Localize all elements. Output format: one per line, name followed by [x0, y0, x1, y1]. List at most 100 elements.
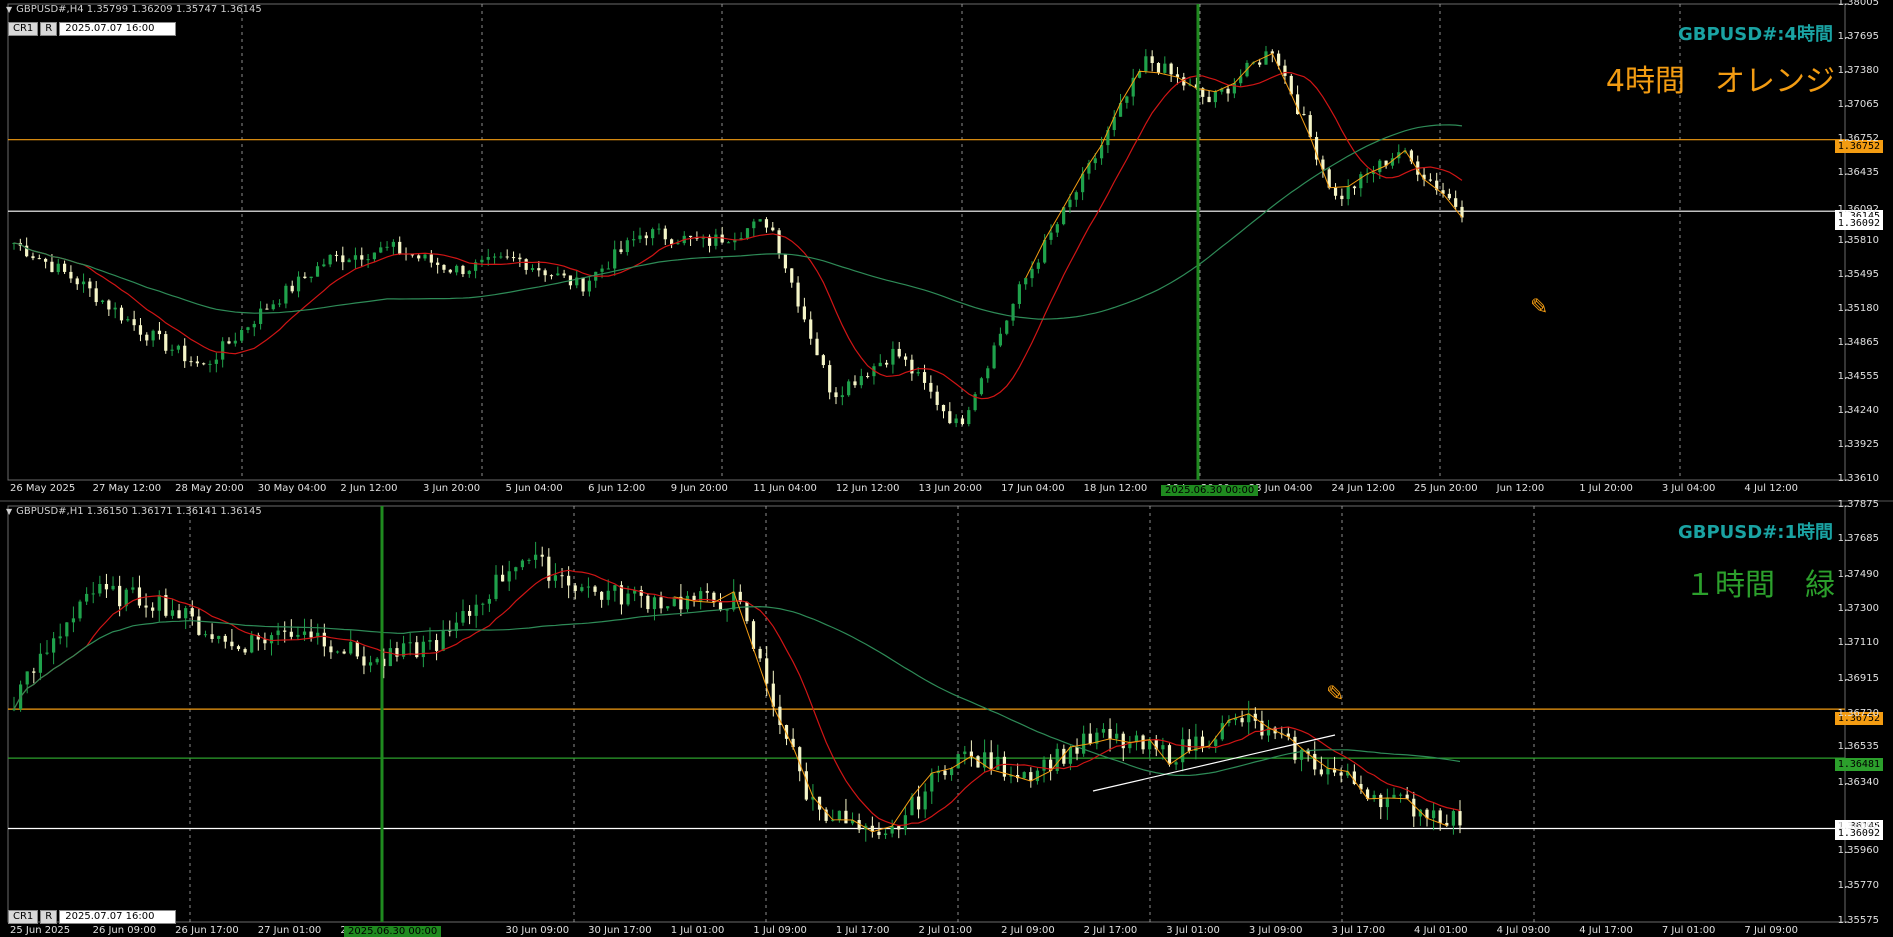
- candle-body: [366, 259, 370, 261]
- candle-body: [223, 635, 227, 642]
- candle-body: [85, 593, 89, 602]
- candle-body: [1213, 91, 1217, 103]
- candle-body: [283, 630, 287, 632]
- candle-body: [644, 235, 648, 239]
- h1-date-box[interactable]: 2025.07.07 16:00: [59, 910, 177, 924]
- candle-body: [157, 595, 161, 611]
- h1-chart-pane[interactable]: ▼ GBPUSD#,H1 1.36150 1.36171 1.36141 1.36…: [0, 499, 1893, 937]
- candle-body: [250, 635, 254, 653]
- candle-body: [1226, 88, 1230, 94]
- h1-chart-canvas[interactable]: [0, 502, 1893, 935]
- candle-body: [998, 333, 1003, 346]
- candle-body: [423, 254, 427, 259]
- crosshair-tool-icon[interactable]: ✎: [1530, 295, 1548, 320]
- candle-body: [37, 258, 41, 260]
- h4-date-box[interactable]: 2025.07.07 16:00: [59, 22, 177, 36]
- candle-body: [883, 833, 888, 836]
- candle-body: [240, 329, 244, 341]
- candle-body: [897, 348, 901, 357]
- time-axis-label: 9 Jun 20:00: [670, 483, 728, 494]
- candle-body: [989, 752, 993, 770]
- candle-body: [1174, 762, 1178, 765]
- price-axis-label: 1.34240: [1837, 404, 1879, 416]
- h4-highlight-time: 2025.06.30 00:00: [1161, 485, 1259, 496]
- candle-body: [847, 381, 851, 396]
- h1-green-level-tag: 1.36481: [1834, 758, 1883, 771]
- candle-body: [560, 575, 564, 577]
- candle-body: [646, 595, 650, 610]
- time-axis-label: 2 Jun 12:00: [340, 483, 398, 494]
- r-button[interactable]: R: [40, 910, 58, 924]
- candle-body: [289, 631, 293, 637]
- candle-body: [540, 554, 544, 557]
- price-axis-label: 1.37875: [1837, 499, 1879, 510]
- price-axis-label: 1.36535: [1837, 741, 1879, 753]
- time-axis-label: 4 Jul 01:00: [1414, 925, 1468, 936]
- candle-body: [1043, 239, 1047, 263]
- candle-body: [537, 268, 541, 271]
- candle-body: [32, 671, 36, 673]
- candle-body: [1125, 96, 1129, 103]
- candle-body: [227, 341, 231, 344]
- candle-body: [1167, 745, 1172, 765]
- candle-body: [467, 270, 471, 275]
- candle-body: [1379, 794, 1383, 808]
- ma-slow-line: [13, 606, 1461, 777]
- candle-body: [1181, 739, 1185, 763]
- collapse-triangle-icon[interactable]: ▼: [6, 5, 12, 14]
- cr1-button[interactable]: CR1: [8, 22, 39, 36]
- time-axis-label: 1 Jul 17:00: [835, 925, 890, 936]
- candle-body: [151, 607, 155, 611]
- candle-body: [954, 418, 958, 424]
- candle-body: [126, 319, 130, 321]
- candle-body: [328, 254, 332, 265]
- candle-body: [271, 304, 275, 310]
- price-axis-label: 1.36752: [1837, 132, 1879, 144]
- candle-body: [263, 639, 267, 644]
- h4-timeframe-label: 4時間 オレンジ: [1605, 64, 1835, 99]
- candle-body: [417, 255, 421, 259]
- h4-chart-pane[interactable]: ▼ GBPUSD#,H4 1.35799 1.36209 1.35747 1.36…: [0, 0, 1893, 496]
- candle-body: [177, 610, 181, 619]
- candle-body: [511, 257, 516, 259]
- h4-chart-header: ▼ GBPUSD#,H4 1.35799 1.36209 1.35747 1.36…: [6, 4, 262, 15]
- candle-body: [1359, 174, 1363, 189]
- candle-body: [922, 372, 927, 383]
- candle-body: [1055, 224, 1059, 233]
- candle-body: [50, 261, 54, 273]
- time-axis-label: 30 Jun 09:00: [505, 925, 570, 936]
- price-axis-label: 1.34865: [1837, 337, 1879, 349]
- time-axis-label: 30 May 04:00: [257, 483, 327, 494]
- candle-body: [342, 651, 346, 654]
- candle-body: [556, 273, 560, 276]
- candle-body: [783, 254, 788, 269]
- crosshair-tool-icon[interactable]: ✎: [1326, 682, 1344, 707]
- candle-body: [1200, 736, 1205, 748]
- candle-body: [334, 254, 339, 256]
- candle-body: [388, 648, 392, 667]
- price-axis-label: 1.33610: [1837, 473, 1879, 484]
- candle-body: [189, 361, 193, 363]
- price-axis-label: 1.36915: [1837, 672, 1879, 684]
- candle-body: [1022, 772, 1026, 779]
- candle-body: [190, 608, 194, 617]
- candle-body: [1144, 56, 1148, 72]
- candle-body: [461, 611, 465, 623]
- candle-body: [1412, 798, 1416, 817]
- ma-fast-line: [13, 71, 1463, 400]
- candle-body: [666, 606, 670, 609]
- candle-body: [670, 239, 674, 245]
- candle-body: [349, 641, 353, 654]
- cr1-button[interactable]: CR1: [8, 910, 39, 924]
- collapse-triangle-icon[interactable]: ▼: [6, 507, 12, 516]
- time-axis-label: 23 Jun 04:00: [1248, 483, 1313, 494]
- candle-body: [1101, 728, 1106, 733]
- candle-body: [461, 265, 465, 275]
- candle-body: [1049, 232, 1053, 240]
- candle-body: [923, 791, 927, 810]
- candle-body: [903, 815, 907, 830]
- candle-body: [448, 269, 452, 273]
- candle-body: [626, 593, 630, 605]
- r-button[interactable]: R: [40, 22, 58, 36]
- candle-body: [368, 662, 373, 666]
